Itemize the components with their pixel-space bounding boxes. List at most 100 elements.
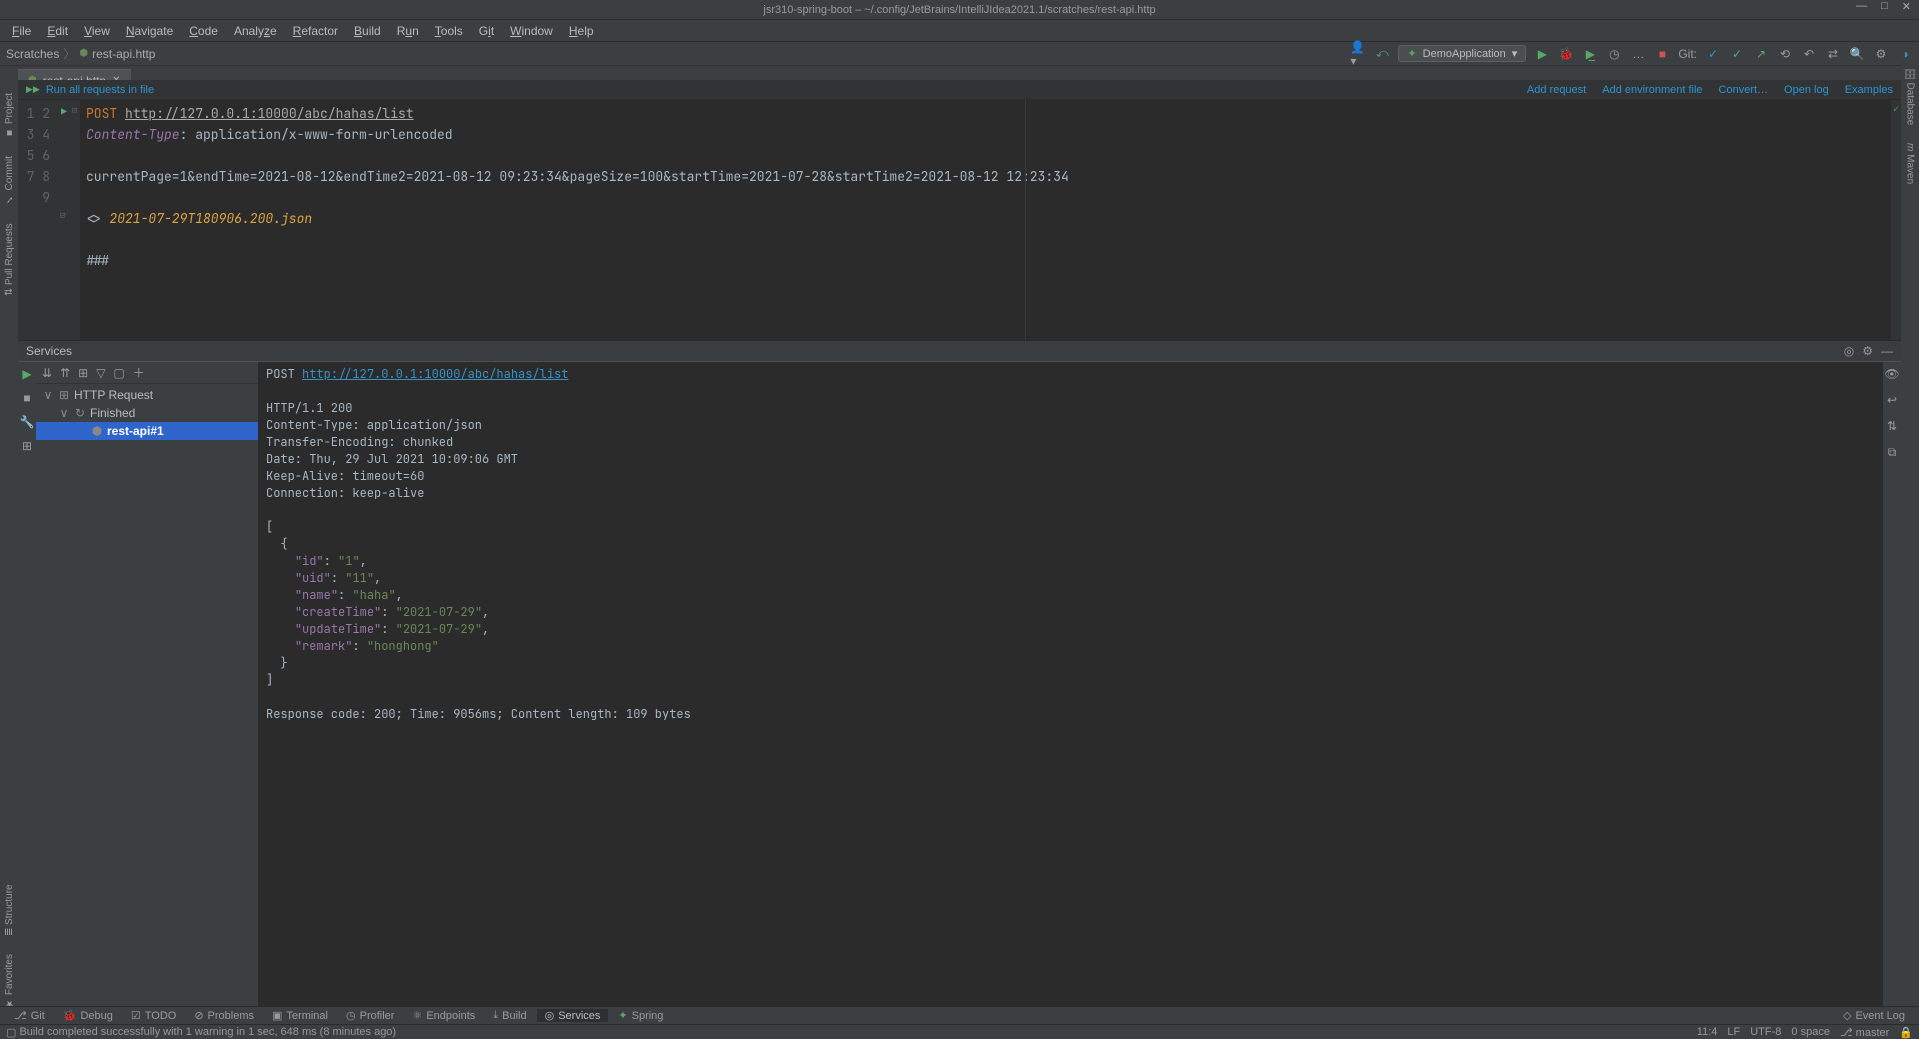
services-hide-icon[interactable]: — bbox=[1881, 344, 1893, 358]
tool-commit[interactable]: ✓ Commit bbox=[4, 156, 15, 204]
tool-database[interactable]: 🗄 Database bbox=[1905, 67, 1916, 125]
build-hammer-icon[interactable]: ⤺ bbox=[1374, 46, 1390, 62]
minimize-icon[interactable]: — bbox=[1856, 0, 1867, 13]
maximize-icon[interactable]: □ bbox=[1881, 0, 1888, 13]
filter-icon[interactable]: ▽ bbox=[96, 366, 105, 380]
eye-icon[interactable]: 👁 bbox=[1884, 367, 1899, 381]
ide-scripting-icon[interactable]: ⇄ bbox=[1825, 46, 1841, 62]
menu-build[interactable]: Build bbox=[346, 24, 389, 38]
services-response[interactable]: POST http://127.0.0.1:10000/abc/hahas/li… bbox=[258, 362, 1883, 1009]
services-stop-icon[interactable]: ■ bbox=[23, 391, 30, 405]
copy-icon[interactable]: ⧉ bbox=[1888, 445, 1897, 460]
gutter[interactable]: ▶ ⊟ ⊟ bbox=[58, 100, 80, 340]
git-history-icon[interactable]: ⟲ bbox=[1777, 46, 1793, 62]
profile-icon[interactable]: ◷ bbox=[1606, 46, 1622, 62]
response-file-link[interactable]: 2021-07-29T180906.200.json bbox=[109, 210, 312, 227]
services-wrench-icon[interactable]: 🔧 bbox=[20, 415, 35, 429]
run-all-icon[interactable]: ▶▶ bbox=[26, 84, 40, 95]
tool-build[interactable]: ⤓Build bbox=[485, 1009, 534, 1022]
fold-icon[interactable]: ⊟ bbox=[72, 104, 77, 116]
ide-features-icon[interactable]: ◑ bbox=[1897, 46, 1913, 62]
tool-structure[interactable]: ≣ Structure bbox=[4, 884, 15, 936]
sort-icon[interactable]: ⇅ bbox=[1887, 419, 1897, 433]
view-icon[interactable]: ▢ bbox=[113, 366, 124, 380]
convert-link[interactable]: Convert… bbox=[1719, 84, 1769, 96]
menu-code[interactable]: Code bbox=[181, 24, 226, 38]
tool-services[interactable]: ◎Services bbox=[537, 1009, 609, 1022]
menu-window[interactable]: Window bbox=[502, 24, 561, 38]
open-log-link[interactable]: Open log bbox=[1784, 84, 1829, 96]
services-tree[interactable]: ∨⊞HTTP Request ∨↻Finished ⬢rest-api#1 bbox=[36, 384, 258, 1009]
git-commit-icon[interactable]: ✓ bbox=[1729, 46, 1745, 62]
fold-end-icon[interactable]: ⊟ bbox=[60, 209, 65, 221]
debug-icon[interactable]: 🐞 bbox=[1558, 46, 1574, 62]
resp-url[interactable]: http://127.0.0.1:10000/abc/hahas/list bbox=[302, 366, 568, 382]
tool-project[interactable]: ■ Project bbox=[4, 93, 15, 138]
menu-tools[interactable]: Tools bbox=[427, 24, 471, 38]
tool-todo[interactable]: ☑TODO bbox=[123, 1009, 184, 1022]
tree-rest-api-1[interactable]: ⬢rest-api#1 bbox=[36, 422, 258, 440]
status-branch[interactable]: ⎇ master bbox=[1840, 1026, 1889, 1039]
tool-favorites[interactable]: ★ Favorites bbox=[4, 954, 15, 1009]
tool-debug[interactable]: 🐞Debug bbox=[55, 1009, 121, 1022]
target-icon[interactable]: ◎ bbox=[1844, 344, 1854, 358]
code-editor[interactable]: 1 2 3 4 5 6 7 8 9 ▶ ⊟ ⊟ POST http://127.… bbox=[18, 100, 1901, 340]
menu-edit[interactable]: Edit bbox=[39, 24, 76, 38]
gutter-run-icon[interactable]: ▶ bbox=[61, 105, 67, 118]
menu-git[interactable]: Git bbox=[471, 24, 502, 38]
collapse-all-icon[interactable]: ⇈ bbox=[60, 366, 70, 380]
services-layout-icon[interactable]: ⊞ bbox=[22, 439, 32, 453]
add-icon[interactable]: ＋ bbox=[133, 364, 145, 381]
git-update-icon[interactable]: ✓ bbox=[1705, 46, 1721, 62]
close-icon[interactable]: ✕ bbox=[1902, 0, 1911, 13]
run-icon[interactable]: ▶ bbox=[1534, 46, 1550, 62]
menu-file[interactable]: File bbox=[4, 24, 39, 38]
expand-all-icon[interactable]: ⇊ bbox=[42, 366, 52, 380]
run-config-selector[interactable]: ✦ DemoApplication ▾ bbox=[1398, 45, 1526, 62]
coverage-icon[interactable]: ▶̲ bbox=[1582, 46, 1598, 62]
menu-run[interactable]: Run bbox=[389, 24, 427, 38]
stop-icon[interactable]: ■ bbox=[1654, 46, 1670, 62]
status-lock-icon[interactable]: 🔒 bbox=[1899, 1026, 1913, 1039]
breadcrumb-root[interactable]: Scratches bbox=[6, 47, 59, 61]
status-position[interactable]: 11:4 bbox=[1697, 1026, 1718, 1039]
services-settings-icon[interactable]: ⚙ bbox=[1862, 344, 1873, 358]
breadcrumb-file[interactable]: rest-api.http bbox=[92, 47, 155, 61]
settings-icon[interactable]: ⚙ bbox=[1873, 46, 1889, 62]
services-run-icon[interactable]: ▶ bbox=[22, 367, 31, 381]
git-rollback-icon[interactable]: ↶ bbox=[1801, 46, 1817, 62]
tool-endpoints[interactable]: ⚛Endpoints bbox=[404, 1009, 483, 1022]
add-env-link[interactable]: Add environment file bbox=[1602, 84, 1702, 96]
add-request-link[interactable]: Add request bbox=[1527, 84, 1586, 96]
tool-spring[interactable]: ✦Spring bbox=[610, 1009, 671, 1022]
examples-link[interactable]: Examples bbox=[1845, 84, 1893, 96]
tool-git[interactable]: ⎇Git bbox=[6, 1009, 53, 1022]
menu-help[interactable]: Help bbox=[561, 24, 602, 38]
wrap-icon[interactable]: ↩ bbox=[1887, 393, 1897, 407]
tool-pull-requests[interactable]: ⇅ Pull Requests bbox=[4, 223, 15, 296]
group-icon[interactable]: ⊞ bbox=[78, 366, 88, 380]
tree-finished[interactable]: ∨↻Finished bbox=[36, 404, 258, 422]
event-log[interactable]: ◇Event Log bbox=[1835, 1009, 1913, 1022]
search-icon[interactable]: 🔍 bbox=[1849, 46, 1865, 62]
menu-analyze[interactable]: Analyze bbox=[226, 24, 285, 38]
menu-navigate[interactable]: Navigate bbox=[118, 24, 181, 38]
breadcrumb[interactable]: Scratches 〉 ⬢ rest-api.http bbox=[6, 45, 155, 62]
services-header[interactable]: Services ◎ ⚙ — bbox=[18, 340, 1901, 362]
error-stripe[interactable]: ✓ bbox=[1891, 100, 1901, 340]
status-encoding[interactable]: UTF-8 bbox=[1750, 1026, 1781, 1039]
run-all-link[interactable]: Run all requests in file bbox=[46, 84, 154, 96]
tool-maven[interactable]: m Maven bbox=[1905, 143, 1916, 184]
tree-http-request[interactable]: ∨⊞HTTP Request bbox=[36, 386, 258, 404]
editor-lines[interactable]: POST http://127.0.0.1:10000/abc/hahas/li… bbox=[80, 100, 1901, 340]
user-icon[interactable]: 👤▾ bbox=[1350, 46, 1366, 62]
menu-view[interactable]: View bbox=[76, 24, 118, 38]
tool-terminal[interactable]: ▣Terminal bbox=[264, 1009, 336, 1022]
inspection-ok-icon[interactable]: ✓ bbox=[1893, 102, 1899, 115]
attach-icon[interactable]: … bbox=[1630, 46, 1646, 62]
status-line-sep[interactable]: LF bbox=[1727, 1026, 1740, 1039]
tool-profiler[interactable]: ◷Profiler bbox=[338, 1009, 402, 1022]
status-indent[interactable]: 0 space bbox=[1791, 1026, 1830, 1039]
git-push-icon[interactable]: ↗ bbox=[1753, 46, 1769, 62]
tool-problems[interactable]: ⊘Problems bbox=[186, 1009, 262, 1022]
